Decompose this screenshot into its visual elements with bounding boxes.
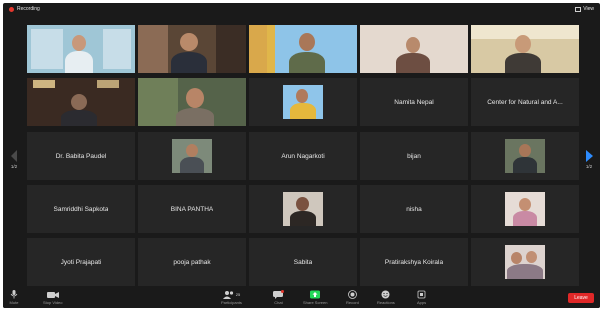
participant-video-tile[interactable] — [360, 25, 468, 73]
page-indicator-right: 1/2 — [585, 163, 593, 169]
share-screen-button[interactable]: Share Screen — [303, 290, 327, 305]
share-screen-label: Share Screen — [303, 300, 328, 305]
top-bar: Recording View — [3, 3, 600, 17]
participant-video — [27, 25, 135, 73]
participant-name-tile[interactable]: Dr. Babita Paudel — [27, 132, 135, 180]
participant-photo-tile[interactable] — [471, 185, 579, 233]
chat-button[interactable]: Chat — [273, 290, 284, 305]
participant-avatar — [505, 139, 545, 173]
participant-video — [138, 78, 246, 126]
participant-name-tile[interactable]: Arun Nagarkoti — [249, 132, 357, 180]
camera-icon — [46, 290, 59, 299]
participant-name-tile[interactable]: Pratirakshya Koirala — [360, 238, 468, 286]
participant-video-tile[interactable] — [27, 78, 135, 126]
participant-name-tile[interactable]: Center for Natural and A... — [471, 78, 579, 126]
participant-photo-tile[interactable] — [471, 132, 579, 180]
participant-video — [27, 78, 135, 126]
grid-view-icon — [575, 6, 582, 12]
participants-label: Participants — [221, 300, 242, 305]
participant-name-tile[interactable]: BINA PANTHA — [138, 185, 246, 233]
participant-name: nisha — [406, 205, 422, 213]
participants-icon: 25 — [222, 290, 241, 299]
participant-photo-tile[interactable] — [249, 78, 357, 126]
participant-name: Center for Natural and A... — [487, 98, 563, 106]
participant-count: 25 — [235, 292, 241, 297]
participant-name: Pratirakshya Koirala — [384, 258, 444, 266]
recording-indicator: Recording — [9, 6, 40, 12]
zoom-meeting-window: Recording View 1/2 1/2 Namita Nepal Cent… — [3, 3, 600, 308]
participants-button[interactable]: 25 Participants — [221, 290, 242, 305]
participant-name: Namita Nepal — [394, 98, 434, 106]
view-label: View — [583, 6, 594, 12]
chat-label: Chat — [274, 300, 283, 305]
participant-name-tile[interactable]: bijan — [360, 132, 468, 180]
apps-icon — [417, 290, 426, 299]
mute-label: Mute — [9, 300, 19, 305]
participant-name: BINA PANTHA — [170, 205, 214, 213]
participant-name-tile[interactable]: Sabita — [249, 238, 357, 286]
participant-name-tile[interactable]: pooja pathak — [138, 238, 246, 286]
participant-name: Sabita — [293, 258, 313, 266]
mute-button[interactable]: Mute — [9, 290, 19, 305]
participant-photo-tile[interactable] — [138, 132, 246, 180]
participant-video-tile[interactable] — [138, 78, 246, 126]
participant-name: Arun Nagarkoti — [281, 152, 325, 160]
view-button[interactable]: View — [575, 6, 594, 12]
record-button[interactable]: Record — [346, 290, 359, 305]
chevron-right-icon — [585, 149, 593, 162]
participant-name: Dr. Babita Paudel — [55, 152, 107, 160]
participant-avatar — [505, 245, 545, 279]
stop-video-label: Stop Video — [43, 300, 63, 305]
participant-avatar — [505, 192, 545, 226]
previous-page-button[interactable]: 1/2 — [7, 143, 21, 175]
participant-video — [360, 25, 468, 73]
next-page-button[interactable]: 1/2 — [582, 143, 596, 175]
participant-avatar — [283, 85, 323, 119]
recording-dot-icon — [9, 6, 14, 12]
participant-video — [138, 25, 246, 73]
participant-photo-tile[interactable] — [471, 238, 579, 286]
participant-name-tile[interactable]: Jyoti Prajapati — [27, 238, 135, 286]
participant-grid: Namita Nepal Center for Natural and A...… — [27, 25, 579, 286]
participant-video-tile[interactable] — [138, 25, 246, 73]
participant-video-tile[interactable] — [249, 25, 357, 73]
chevron-left-icon — [11, 149, 17, 162]
participant-video-tile[interactable] — [471, 25, 579, 73]
participant-name-tile[interactable]: nisha — [360, 185, 468, 233]
chat-icon — [273, 290, 284, 299]
recording-label: Recording — [17, 6, 40, 12]
participant-name: Samriddhi Sapkota — [53, 205, 109, 213]
share-screen-icon — [309, 290, 321, 299]
participant-video-tile[interactable] — [27, 25, 135, 73]
participant-name: Jyoti Prajapati — [60, 258, 102, 266]
leave-button[interactable]: Leave — [568, 293, 594, 303]
reactions-label: Reactions — [377, 300, 395, 305]
participant-video — [471, 25, 579, 73]
participant-video — [249, 25, 357, 73]
participant-name-tile[interactable]: Samriddhi Sapkota — [27, 185, 135, 233]
apps-label: Apps — [417, 300, 427, 305]
participant-avatar — [283, 192, 323, 226]
participant-photo-tile[interactable] — [249, 185, 357, 233]
reactions-button[interactable]: Reactions — [377, 290, 395, 305]
page-indicator-left: 1/2 — [10, 163, 18, 169]
participant-name: bijan — [407, 152, 421, 160]
stop-video-button[interactable]: Stop Video — [43, 290, 63, 305]
meeting-toolbar: Mute Stop Video 25 Participants Chat Sha… — [3, 288, 600, 308]
record-label: Record — [346, 300, 359, 305]
microphone-icon — [9, 290, 19, 299]
apps-button[interactable]: Apps — [417, 290, 426, 305]
participant-avatar — [172, 139, 212, 173]
smiley-icon — [381, 290, 390, 299]
participant-name-tile[interactable]: Namita Nepal — [360, 78, 468, 126]
participant-name: pooja pathak — [173, 258, 211, 266]
record-icon — [348, 290, 357, 299]
